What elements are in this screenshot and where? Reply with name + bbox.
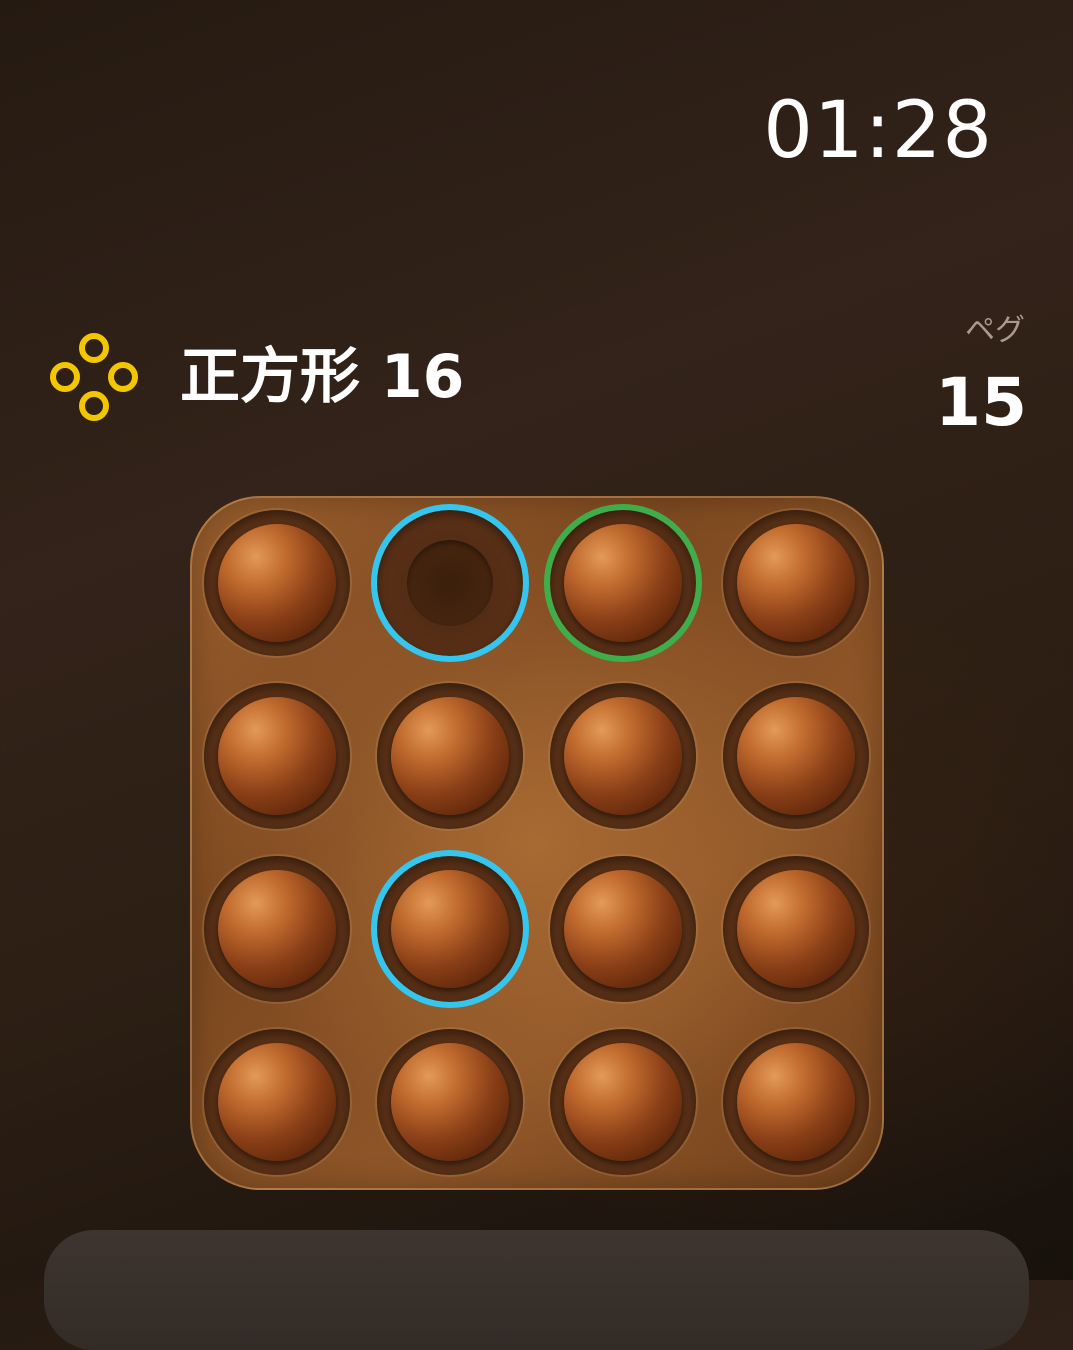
blue-highlight-ring <box>371 504 529 662</box>
board-hole-r4-c2[interactable] <box>377 1029 523 1175</box>
peg[interactable] <box>737 697 855 815</box>
peg[interactable] <box>218 870 336 988</box>
blue-highlight-ring <box>371 850 529 1008</box>
board-hole-r2-c4[interactable] <box>723 683 869 829</box>
board-hole-r1-c4[interactable] <box>723 510 869 656</box>
board-hole-r3-c3[interactable] <box>550 856 696 1002</box>
board-hole-r2-c2[interactable] <box>377 683 523 829</box>
board-hole-r4-c1[interactable] <box>204 1029 350 1175</box>
peg[interactable] <box>218 697 336 815</box>
peg[interactable] <box>564 1043 682 1161</box>
peg[interactable] <box>564 697 682 815</box>
pegs-label: ペグ <box>965 313 1025 348</box>
peg-board <box>190 496 884 1190</box>
peg[interactable] <box>564 870 682 988</box>
puzzle-title-row: 正方形 16 <box>48 332 464 422</box>
board-hole-r3-c1[interactable] <box>204 856 350 1002</box>
peg[interactable] <box>218 1043 336 1161</box>
board-hole-r4-c3[interactable] <box>550 1029 696 1175</box>
peg[interactable] <box>737 870 855 988</box>
pegs-count: 15 <box>935 364 1027 441</box>
peg[interactable] <box>218 524 336 642</box>
board-hole-r4-c4[interactable] <box>723 1029 869 1175</box>
puzzle-title: 正方形 16 <box>180 347 464 407</box>
board-hole-r3-c4[interactable] <box>723 856 869 1002</box>
peg[interactable] <box>737 524 855 642</box>
puzzle-number: 16 <box>380 342 465 412</box>
clock-time: 01:28 <box>763 86 993 176</box>
green-highlight-ring <box>544 504 702 662</box>
four-circle-square-icon <box>50 333 138 421</box>
board-hole-r1-c1[interactable] <box>204 510 350 656</box>
puzzle-name: 正方形 <box>180 342 360 412</box>
peg[interactable] <box>391 1043 509 1161</box>
bottom-panel <box>44 1230 1029 1350</box>
board-hole-r2-c3[interactable] <box>550 683 696 829</box>
board-hole-r1-c3[interactable] <box>544 504 702 662</box>
peg[interactable] <box>391 697 509 815</box>
board-hole-r2-c1[interactable] <box>204 683 350 829</box>
board-hole-r1-c2[interactable] <box>371 504 529 662</box>
peg[interactable] <box>737 1043 855 1161</box>
board-hole-r3-c2[interactable] <box>371 850 529 1008</box>
